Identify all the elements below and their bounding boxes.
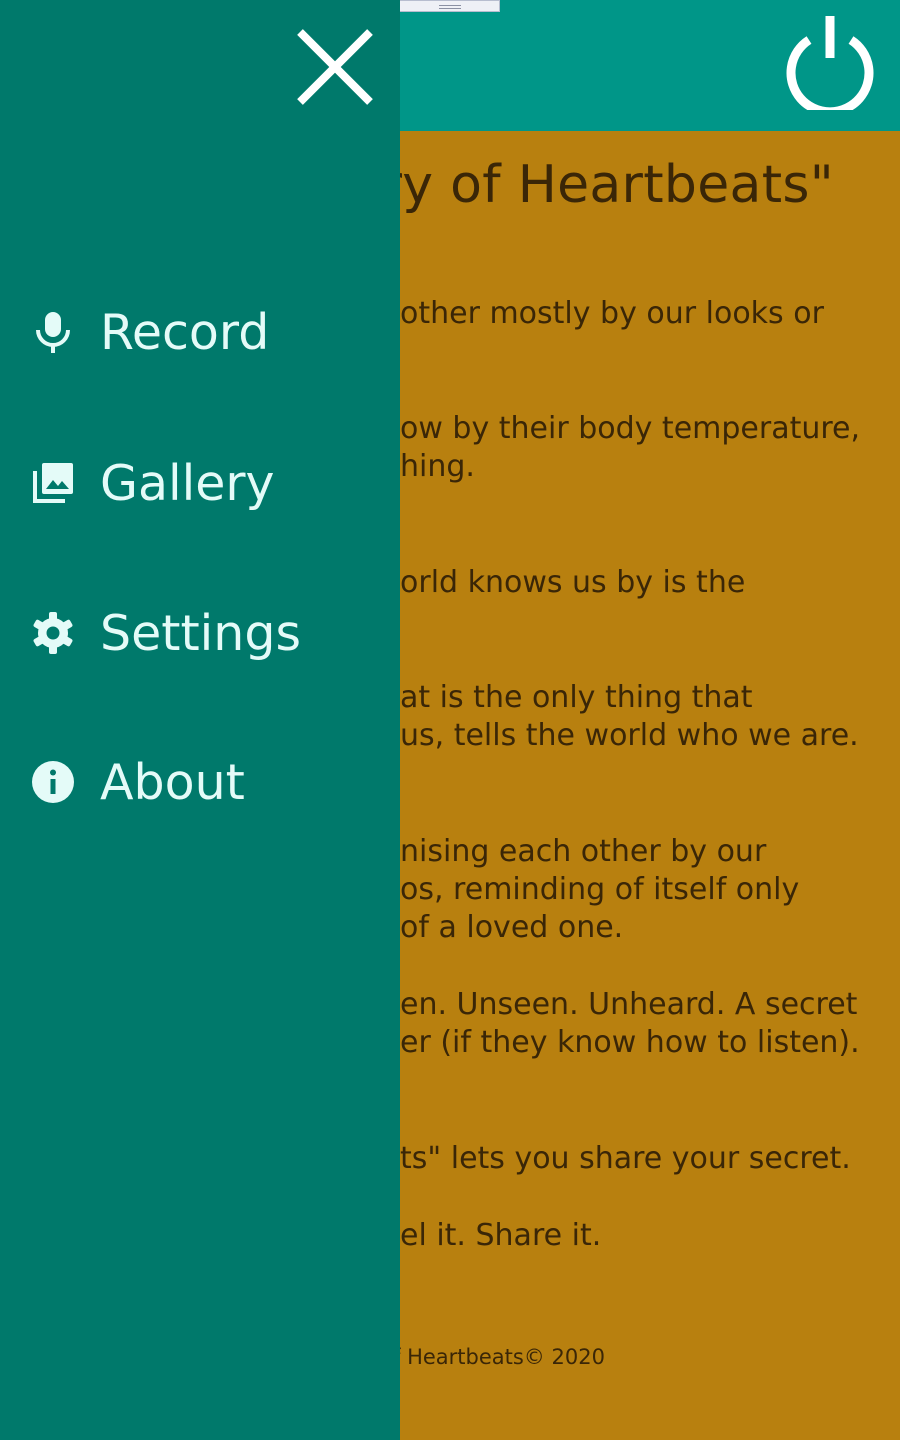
body-text-line: at is the only thing that <box>400 680 753 715</box>
page-title: lery of Heartbeats" <box>333 155 834 215</box>
drawer-item-label: About <box>100 753 245 811</box>
photo-library-icon <box>28 458 78 508</box>
drawer-item-label: Gallery <box>100 454 275 512</box>
close-drawer-button[interactable] <box>294 26 376 108</box>
body-text-line: us, tells the world who we are. <box>400 718 859 753</box>
power-button[interactable] <box>782 14 878 117</box>
app-screen: lery of Heartbeats" other mostly by our … <box>0 0 900 1440</box>
footer-text: f Heartbeats© 2020 <box>393 1345 605 1369</box>
body-text-line: nising each other by our <box>400 834 767 869</box>
body-text-line: hing. <box>400 449 475 484</box>
body-text-line: ow by their body temperature, <box>400 411 861 446</box>
drawer-item-about[interactable]: About <box>28 747 245 817</box>
microphone-icon <box>28 307 78 357</box>
drawer-item-settings[interactable]: Settings <box>28 598 301 668</box>
drawer-item-label: Settings <box>100 604 301 662</box>
body-text-line: el it. Share it. <box>400 1218 602 1253</box>
body-text-line: of a loved one. <box>400 910 624 945</box>
close-icon <box>297 29 373 105</box>
power-icon <box>786 16 874 117</box>
body-text-line: os, reminding of itself only <box>400 872 800 907</box>
body-text-line: orld knows us by is the <box>400 565 746 600</box>
navigation-drawer: Record Gallery Settings About <box>0 0 400 1440</box>
body-text-line: en. Unseen. Unheard. A secret <box>400 987 858 1022</box>
gear-icon <box>28 608 78 658</box>
body-text-line: other mostly by our looks or <box>400 296 824 331</box>
drag-handle-grip-line <box>439 5 461 6</box>
drag-handle[interactable] <box>398 0 500 12</box>
body-text-line: er (if they know how to listen). <box>400 1025 860 1060</box>
drag-handle-grip-line <box>439 8 461 9</box>
drawer-item-gallery[interactable]: Gallery <box>28 448 275 518</box>
drawer-item-record[interactable]: Record <box>28 297 269 367</box>
info-icon <box>28 757 78 807</box>
body-text-line: ts" lets you share your secret. <box>400 1141 851 1176</box>
drawer-item-label: Record <box>100 303 270 361</box>
